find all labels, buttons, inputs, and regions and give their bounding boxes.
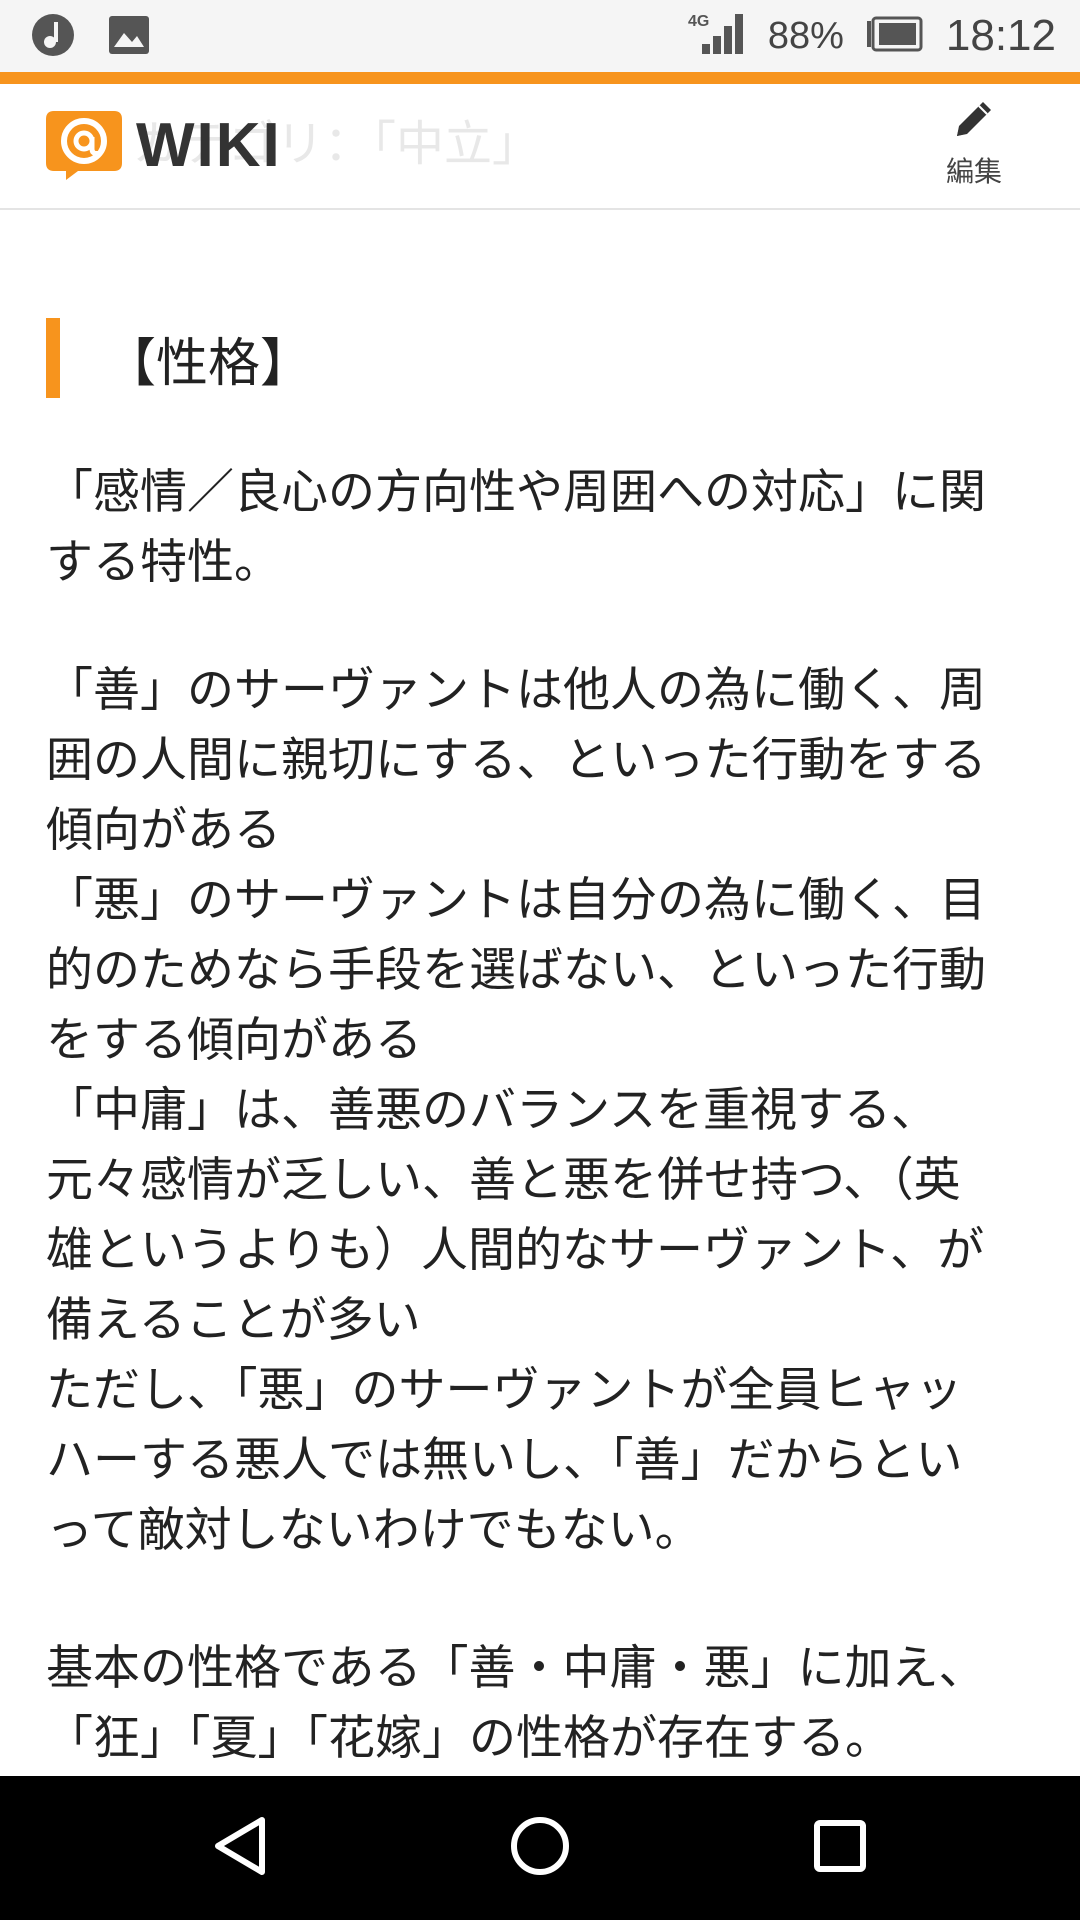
signal-icon: 4G xyxy=(688,10,746,62)
home-icon xyxy=(508,1814,572,1882)
battery-percent: 88% xyxy=(767,14,844,57)
network-type: 4G xyxy=(688,13,709,30)
text-line: 傾向がある xyxy=(46,803,281,858)
text-line: 「狂」「夏」「花嫁」の性格が存在する。 xyxy=(46,1711,892,1766)
at-logo-icon xyxy=(44,109,124,181)
text-line: ハーする悪人では無いし、「善」だからとい xyxy=(46,1433,963,1488)
text-line: 元々感情が乏しい、善と悪を併せ持つ、（英 xyxy=(46,1153,961,1208)
image-icon xyxy=(108,15,150,59)
back-icon xyxy=(210,1814,270,1882)
music-note-icon xyxy=(30,12,76,62)
text-line: 「悪」のサーヴァントは自分の為に働く、目 xyxy=(46,873,986,928)
clock: 18:12 xyxy=(945,11,1056,60)
status-left-icons xyxy=(30,12,150,62)
text-line: をする傾向がある xyxy=(46,1013,422,1068)
text-line: 「善」のサーヴァントは他人の為に働く、周 xyxy=(46,663,986,718)
text-line: 基本の性格である「善・中庸・悪」に加え、 xyxy=(46,1641,986,1696)
edit-label: 編集 xyxy=(945,155,1002,188)
text-line: 「感情／良心の方向性や周囲への対応」に関 xyxy=(46,465,986,520)
text-line: って敵対しないわけでもない。 xyxy=(46,1503,702,1558)
text-line: 囲の人間に親切にする、といった行動をする xyxy=(46,733,987,788)
status-bar: 4G 88% 18:12 xyxy=(0,0,1080,72)
logo-text: WIKI xyxy=(136,110,282,180)
heading-text: 【性格】 xyxy=(104,333,313,394)
status-right: 4G 88% 18:12 xyxy=(688,8,1056,64)
pencil-icon xyxy=(951,96,997,146)
back-button[interactable] xyxy=(190,1798,290,1898)
home-button[interactable] xyxy=(490,1798,590,1898)
text-line: 「中庸」は、善悪のバランスを重視する、 xyxy=(46,1083,939,1138)
heading-accent-bar xyxy=(46,318,60,398)
text-line: 備えることが多い xyxy=(46,1293,421,1348)
navigation-bar xyxy=(0,1776,1080,1920)
paragraph: 「感情／良心の方向性や周囲への対応」に関 する特性。 xyxy=(46,458,1016,598)
paragraph: 「善」のサーヴァントは他人の為に働く、周 囲の人間に親切にする、といった行動をす… xyxy=(46,656,1016,1566)
section-heading: 【性格】 xyxy=(46,318,312,398)
paragraph: 基本の性格である「善・中庸・悪」に加え、 「狂」「夏」「花嫁」の性格が存在する。 xyxy=(46,1634,1016,1774)
wiki-logo[interactable]: WIKI xyxy=(44,106,282,184)
text-line: する特性。 xyxy=(46,535,281,590)
site-header: カテゴリ：「中立」 WIKI 編集 xyxy=(0,84,1080,210)
recents-button[interactable] xyxy=(790,1798,890,1898)
accent-rule xyxy=(0,72,1080,84)
text-line: 雄というよりも）人間的なサーヴァント、が xyxy=(46,1223,985,1278)
recents-icon xyxy=(812,1818,868,1878)
edit-button[interactable]: 編集 xyxy=(924,96,1024,196)
text-line: ただし、「悪」のサーヴァントが全員ヒャッ xyxy=(46,1363,963,1418)
battery-icon xyxy=(866,16,924,56)
text-line: 的のためなら手段を選ばない、といった行動 xyxy=(46,943,986,998)
